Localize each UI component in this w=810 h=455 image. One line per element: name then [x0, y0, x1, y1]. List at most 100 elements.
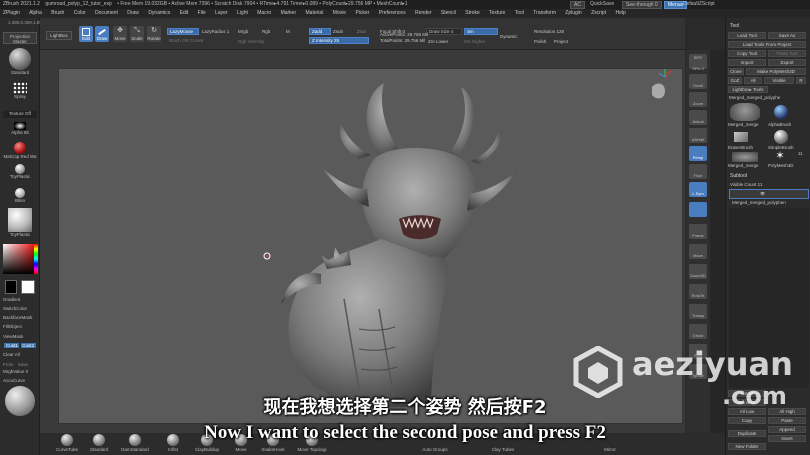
color-swatches[interactable]	[3, 280, 37, 294]
m-toggle[interactable]: M	[286, 29, 290, 34]
accucurve-button[interactable]: AccuCurve	[3, 378, 37, 383]
eraser-brush-icon[interactable]	[734, 132, 748, 142]
material-thumbnail[interactable]: MatCap Red Wa	[3, 142, 37, 159]
gradient-button[interactable]: Gradient	[3, 297, 37, 302]
menu-color[interactable]: Color	[74, 10, 86, 16]
goz-button[interactable]: GoZ	[728, 77, 742, 84]
menu-document[interactable]: Document	[95, 10, 118, 16]
default-zscript-button[interactable]: DefaultZScript	[683, 0, 715, 9]
alpha-brush-icon[interactable]	[774, 105, 788, 119]
menu-dynamics[interactable]: Dynamics	[148, 10, 170, 16]
switch-color-button[interactable]: SwitchColor	[3, 306, 37, 311]
menu-alpha[interactable]: Alpha	[29, 10, 42, 16]
resolution-slider[interactable]: Resolution 128	[534, 29, 564, 34]
copy-tool-button[interactable]: Copy Tool	[728, 50, 766, 57]
quicksave-button[interactable]: QuickSave	[590, 0, 614, 9]
move-mode-button[interactable]: ✥ Move	[113, 26, 127, 42]
menu-marker[interactable]: Marker	[281, 10, 297, 16]
r-button[interactable]: R	[796, 77, 806, 84]
rgb-toggle[interactable]: Rgb	[262, 29, 270, 34]
subtool-eye-icon[interactable]: 👁	[760, 191, 765, 196]
export-button[interactable]: Export	[768, 59, 806, 66]
subtool-list-item-active[interactable]: 👁	[729, 189, 809, 199]
lazymouse-toggle[interactable]: LazyMouse	[167, 28, 199, 35]
clone-button[interactable]: Clone	[728, 68, 744, 75]
menu-tool[interactable]: Tool	[515, 10, 524, 16]
z-intensity-slider[interactable]: Z Intensity 25	[309, 37, 369, 44]
rgb-intensity-slider[interactable]: Rgb Intensity	[238, 39, 264, 44]
zsub-toggle[interactable]: Zsub	[333, 29, 343, 34]
draw-mode-button[interactable]: Draw	[95, 26, 109, 42]
dynamic-toggle[interactable]: Dynamic	[500, 34, 518, 39]
menu-zscript[interactable]: Zscript	[591, 10, 606, 16]
menu-material[interactable]: Material	[306, 10, 324, 16]
zcut-toggle[interactable]: Zcut	[357, 29, 366, 34]
menu-macro[interactable]: Macro	[257, 10, 271, 16]
backface-mask-button[interactable]: BackfaceMask	[3, 315, 37, 320]
clear-all-button[interactable]: Clear All	[3, 352, 37, 357]
stroke-thumbnail[interactable]: Spray	[3, 82, 37, 99]
mrgb-toggle[interactable]: Mrgb	[238, 29, 248, 34]
menu-zplugin[interactable]: Zplugin	[565, 10, 581, 16]
menu-layer[interactable]: Layer	[215, 10, 228, 16]
blinn-material[interactable]: Blinn	[3, 188, 37, 203]
paste-tool-button[interactable]: Paste Tool	[768, 50, 806, 57]
menu-edit[interactable]: Edit	[180, 10, 189, 16]
project-toggle[interactable]: Project	[554, 39, 568, 44]
rotate-mode-button[interactable]: ↻ Rotate	[147, 26, 161, 42]
color-picker[interactable]	[3, 244, 38, 274]
load-tool-button[interactable]: Load Tool	[728, 32, 766, 39]
edit-mode-button[interactable]: Edit	[79, 26, 93, 42]
all-button[interactable]: All	[744, 77, 762, 84]
scale-mode-button[interactable]: ⤡ Scale	[130, 26, 144, 42]
menu-transform[interactable]: Transform	[533, 10, 556, 16]
lightbox-tools-button[interactable]: Lightbox▸ Tools	[728, 86, 768, 93]
visible-count-slider[interactable]: Visible Count 11	[730, 182, 762, 187]
lightbox-button[interactable]: LightBox	[46, 31, 72, 40]
mrgb-value-slider[interactable]: MrgbValue 0	[3, 369, 37, 374]
from-button[interactable]: From	[3, 362, 14, 367]
sm-slider[interactable]: Sm	[464, 28, 498, 35]
merged-tool-thumb-2-icon[interactable]	[732, 152, 758, 162]
ac-button[interactable]: AC	[570, 0, 585, 9]
cust2-button[interactable]: Cust2	[20, 343, 36, 348]
alpha-thumbnail[interactable]: Alpha 55	[3, 122, 37, 135]
simple-brush-icon[interactable]	[774, 130, 788, 144]
lazyradius-slider[interactable]: LazyRadius 1	[202, 29, 229, 34]
fill-object-button[interactable]: FillObject	[3, 324, 37, 329]
menu-movie[interactable]: Movie	[333, 10, 346, 16]
cust1-button[interactable]: Cust1	[4, 343, 20, 348]
make-polymesh3d-button[interactable]: Make PolyMesh3D	[746, 68, 806, 75]
projection-master-button[interactable]: Projection Master	[3, 32, 37, 44]
menu-texture[interactable]: Texture	[489, 10, 505, 16]
spix-slider[interactable]: SPix 3	[687, 66, 709, 71]
polish-toggle[interactable]: Polish	[534, 39, 546, 44]
save-as-button[interactable]: Save As	[768, 32, 806, 39]
menu-preferences[interactable]: Preferences	[379, 10, 406, 16]
save-button[interactable]: Save	[18, 362, 28, 367]
merged-tool-thumb-icon[interactable]	[730, 103, 760, 121]
draw-size-slider[interactable]: Draw Size 4	[426, 28, 462, 35]
menu-stencil[interactable]: Stencil	[441, 10, 456, 16]
menu-picker[interactable]: Picker	[355, 10, 369, 16]
menu-light[interactable]: Light	[237, 10, 248, 16]
zre-higher-button[interactable]: Zre Higher	[464, 39, 485, 44]
hue-strip[interactable]	[34, 244, 38, 274]
menu-stroke[interactable]: Stroke	[465, 10, 479, 16]
menu-brush[interactable]: Brush	[51, 10, 64, 16]
zre-lower-button[interactable]: Zre Lower	[428, 39, 448, 44]
visible-button[interactable]: Visible	[764, 77, 794, 84]
navigation-head-icon[interactable]	[652, 83, 665, 99]
secondary-color-swatch[interactable]	[5, 280, 17, 294]
toyplastic-material-large[interactable]: ToyPlastic	[3, 208, 37, 237]
menu-help[interactable]: Help	[615, 10, 625, 16]
brush-or-cursor-toggle[interactable]: Brush OR Cursor	[169, 38, 204, 43]
viewmask-button[interactable]: ViewMask	[3, 334, 37, 339]
zadd-toggle[interactable]: Zadd	[309, 28, 331, 35]
menu-render[interactable]: Render	[415, 10, 431, 16]
texture-thumbnail[interactable]: Texture Off	[3, 111, 37, 118]
menu-draw[interactable]: Draw	[127, 10, 139, 16]
toyplastic-material[interactable]: ToyPlastic	[3, 164, 37, 179]
load-tools-from-project-button[interactable]: Load Tools From Project	[728, 41, 806, 48]
see-through-slider[interactable]: See-through 0	[622, 1, 662, 9]
